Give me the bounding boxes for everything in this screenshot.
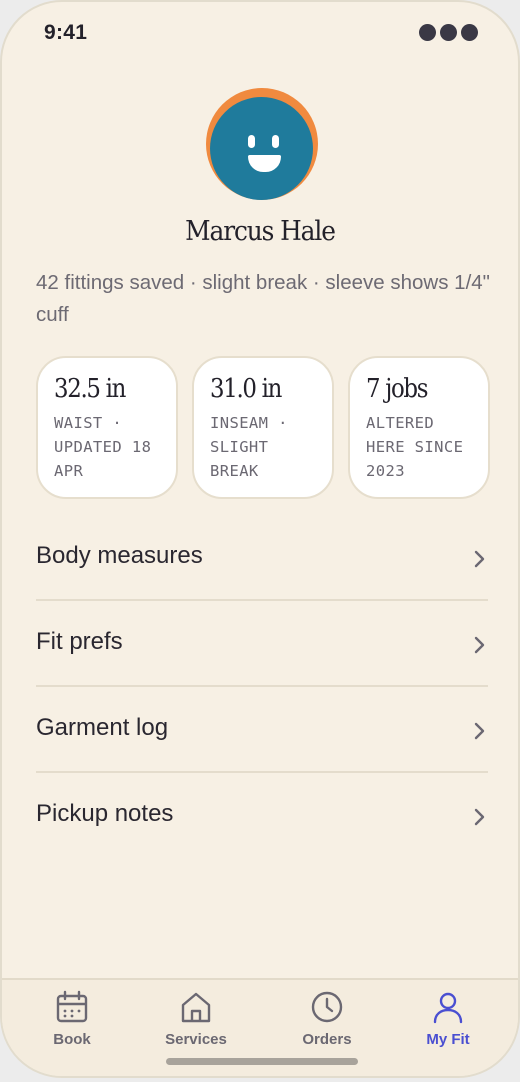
clock-icon: [311, 991, 343, 1023]
profile-name: Marcus Hale: [185, 216, 336, 247]
home-icon: [181, 992, 211, 1023]
status-indicator-icon: [419, 24, 478, 41]
stats-row: 32.5 in WAIST · UPDATED 18 APR 31.0 in I…: [36, 356, 490, 499]
menu-item-label: Garment log: [36, 714, 169, 741]
stat-label: INSEAM · SLIGHT BREAK: [210, 414, 288, 480]
menu-item-garment-log[interactable]: Garment log: [36, 687, 488, 773]
chevron-right-icon: [474, 808, 485, 826]
tab-orders[interactable]: Orders: [272, 990, 382, 1048]
profile-menu: Body measures Fit prefs Garment log Pick…: [36, 515, 488, 859]
calendar-icon: [56, 990, 88, 1023]
menu-item-body-measures[interactable]: Body measures: [36, 515, 488, 601]
stat-card-waist[interactable]: 32.5 in WAIST · UPDATED 18 APR: [36, 356, 178, 499]
tab-label: Orders: [302, 1031, 352, 1048]
chevron-right-icon: [474, 722, 485, 740]
home-indicator[interactable]: [166, 1058, 358, 1065]
tab-label: Book: [53, 1031, 91, 1048]
left-eye: [248, 135, 255, 148]
tab-my-fit[interactable]: My Fit: [393, 990, 503, 1048]
status-time: 9:41: [44, 21, 88, 44]
chevron-right-icon: [474, 636, 485, 654]
menu-item-label: Pickup notes: [36, 800, 174, 827]
menu-item-pickup-notes[interactable]: Pickup notes: [36, 773, 488, 859]
tab-services[interactable]: Services: [141, 990, 251, 1048]
chevron-right-icon: [474, 550, 485, 568]
right-eye: [272, 135, 279, 148]
stat-card-inseam[interactable]: 31.0 in INSEAM · SLIGHT BREAK: [192, 356, 334, 499]
tab-label: Services: [165, 1031, 227, 1048]
tab-label: My Fit: [426, 1031, 470, 1048]
phone-screen: 9:41 Marcus Hale 42 fittings saved · sli…: [0, 0, 520, 1078]
smiley-face-icon: [210, 97, 313, 200]
menu-item-label: Fit prefs: [36, 628, 123, 655]
person-icon: [433, 992, 463, 1024]
stat-value: 32.5 in: [54, 374, 126, 404]
profile-summary: 42 fittings saved · slight break · sleev…: [36, 271, 490, 326]
stat-label: ALTERED HERE SINCE 2023: [366, 414, 464, 480]
menu-item-fit-prefs[interactable]: Fit prefs: [36, 601, 488, 687]
tab-book[interactable]: Book: [17, 990, 127, 1048]
avatar[interactable]: [206, 88, 319, 201]
menu-item-label: Body measures: [36, 542, 203, 569]
stat-value: 7 jobs: [366, 374, 428, 404]
mouth: [248, 155, 281, 172]
stat-card-jobs[interactable]: 7 jobs ALTERED HERE SINCE 2023: [348, 356, 490, 499]
stat-value: 31.0 in: [210, 374, 282, 404]
stat-label: WAIST · UPDATED 18 APR: [54, 414, 152, 480]
